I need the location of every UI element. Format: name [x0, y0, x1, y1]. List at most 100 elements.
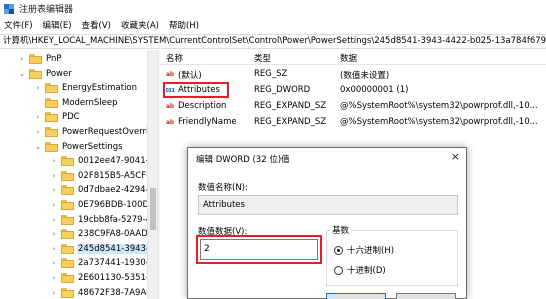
tree-item-label: ModernSleep: [62, 97, 118, 108]
radio-hex-indicator[interactable]: [334, 245, 343, 255]
radio-dec-label: 十进制(D): [347, 266, 386, 276]
tree-item[interactable]: › EnergyEstimation: [34, 81, 138, 95]
value-type: REG_SZ: [254, 69, 288, 79]
tree-item[interactable]: › 0d7dbae2-4294-402: [50, 183, 157, 197]
chevron-right-icon[interactable]: ›: [50, 289, 58, 297]
tree-item[interactable]: ⌄ Power: [18, 67, 73, 81]
column-header-data[interactable]: 数据: [340, 52, 357, 64]
folder-icon: [61, 273, 74, 283]
menu-favorites[interactable]: 收藏夹(A): [121, 19, 159, 31]
folder-icon: [29, 54, 42, 64]
value-data-highlight-box: [196, 235, 322, 264]
radio-hex[interactable]: 十六进制(H): [334, 244, 394, 256]
value-row-default[interactable]: ab (默认) REG_SZ (数值未设置): [160, 68, 546, 82]
chevron-right-icon[interactable]: ›: [50, 230, 58, 238]
tree-item[interactable]: › 48672F38-7A9A-4bt: [50, 286, 157, 299]
tree-scrollbar-thumb[interactable]: [150, 188, 156, 230]
folder-icon: [45, 83, 58, 94]
menu-view[interactable]: 查看(V): [82, 19, 111, 31]
chevron-right-icon[interactable]: ›: [50, 157, 58, 165]
tree-item[interactable]: › 0E796BDB-100D-47: [50, 198, 157, 212]
column-header-type[interactable]: 类型: [254, 52, 271, 64]
folder-icon: [45, 141, 58, 152]
tree-item[interactable]: › 19cbb8fa-5279-450: [50, 213, 157, 227]
folder-icon: [45, 97, 58, 108]
folder-icon: [61, 185, 74, 196]
folder-icon: [61, 214, 74, 225]
chevron-right-icon[interactable]: ›: [50, 172, 58, 180]
radio-dec[interactable]: 十进制(D): [334, 264, 386, 276]
tree-item[interactable]: › PDC: [34, 110, 81, 124]
value-data: @%SystemRoot%\system32\powrprof.dll,-10.…: [340, 117, 538, 127]
chevron-down-icon[interactable]: ⌄: [18, 70, 26, 78]
folder-icon: [45, 127, 58, 137]
chevron-right-icon[interactable]: ›: [34, 128, 42, 136]
tree-item-label: 0E796BDB-100D-47: [78, 200, 157, 210]
chevron-right-icon[interactable]: ›: [50, 201, 58, 209]
chevron-right-icon[interactable]: ›: [34, 84, 42, 92]
chevron-right-icon[interactable]: ›: [50, 245, 58, 253]
column-header-name[interactable]: 名称: [166, 52, 183, 64]
tree-item-label: PowerRequestOverride: [62, 127, 157, 137]
folder-icon: [45, 112, 58, 123]
string-value-icon: ab: [165, 71, 175, 78]
value-name: (默认): [178, 71, 202, 81]
folder-icon: [61, 170, 74, 181]
tree-item-label: 2a737441-1930-440: [78, 258, 157, 269]
tree-item[interactable]: ModernSleep: [34, 96, 119, 110]
base-label: 基数: [330, 224, 352, 236]
tree-item-label: 238C9FA8-0AAD-41E: [78, 229, 157, 240]
tree-item-label: 48672F38-7A9A-4bt: [78, 287, 157, 298]
tree-item[interactable]: › PowerRequestOverride: [34, 125, 157, 139]
tree-item-label: EnergyEstimation: [62, 83, 138, 94]
menu-file[interactable]: 文件(F): [4, 19, 33, 31]
list-header: 名称 类型 数据: [160, 50, 546, 65]
window-title: 注册表编辑器: [19, 5, 74, 15]
tree-item[interactable]: › 245d8541-3943-442: [50, 242, 157, 256]
ok-button[interactable]: [326, 293, 386, 299]
address-bar[interactable]: 计算机\HKEY_LOCAL_MACHINE\SYSTEM\CurrentCon…: [0, 34, 546, 49]
attributes-highlight-box: [163, 82, 229, 98]
chevron-down-icon[interactable]: ⌄: [34, 143, 42, 151]
dialog-title: 编辑 DWORD (32 位)值: [196, 155, 290, 165]
menu-edit[interactable]: 编辑(E): [43, 19, 72, 31]
edit-dword-dialog: 编辑 DWORD (32 位)值 × 数值名称(N): Attributes 数…: [187, 147, 467, 299]
tree-item[interactable]: › 238C9FA8-0AAD-41E: [50, 227, 157, 241]
tree-scrollbar[interactable]: [147, 50, 157, 299]
chevron-right-icon[interactable]: ›: [50, 186, 58, 194]
folder-icon: [61, 243, 74, 254]
key-tree: › PnP ⌄ Power › EnergyEstimation ModernSleep › P…: [0, 50, 157, 299]
tree-item[interactable]: › 2E601130-5351-4d9: [50, 271, 157, 285]
title-bar: 注册表编辑器: [0, 0, 546, 17]
cancel-button[interactable]: [396, 293, 456, 299]
menu-help[interactable]: 帮助(H): [169, 19, 199, 31]
value-name: Description: [178, 101, 227, 111]
tree-item-label: 0012ee47-9041-4b5: [78, 156, 157, 167]
tree-item[interactable]: › PnP: [18, 52, 63, 66]
tree-item[interactable]: ⌄ PowerSettings: [34, 140, 124, 154]
value-type: REG_DWORD: [254, 85, 311, 95]
chevron-right-icon[interactable]: ›: [50, 216, 58, 224]
folder-icon: [61, 200, 74, 210]
folder-icon: [61, 229, 74, 240]
chevron-right-icon[interactable]: ›: [50, 259, 58, 267]
tree-item-label: 19cbb8fa-5279-450: [78, 214, 157, 225]
registry-editor-icon: [4, 3, 14, 14]
value-row-description[interactable]: ab Description REG_EXPAND_SZ @%SystemRoo…: [160, 100, 546, 114]
value-row-friendlyname[interactable]: ab FriendlyName REG_EXPAND_SZ @%SystemRo…: [160, 116, 546, 130]
folder-icon: [29, 68, 42, 79]
tree-item-label: 245d8541-3943-442: [77, 243, 157, 254]
chevron-right-icon[interactable]: ›: [50, 274, 58, 282]
tree-item[interactable]: › 2a737441-1930-440: [50, 256, 157, 270]
tree-item-label: 02F815B5-A5CF-4C8: [78, 170, 157, 181]
string-value-icon: ab: [165, 103, 175, 110]
value-type: REG_EXPAND_SZ: [254, 101, 327, 111]
radio-dec-indicator[interactable]: [334, 265, 343, 275]
folder-icon: [61, 156, 74, 167]
chevron-right-icon[interactable]: ›: [18, 55, 26, 63]
tree-item[interactable]: › 0012ee47-9041-4b5: [50, 154, 157, 168]
tree-item[interactable]: › 02F815B5-A5CF-4C8: [50, 169, 157, 183]
close-icon[interactable]: ×: [451, 150, 460, 163]
chevron-right-icon[interactable]: ›: [34, 113, 42, 121]
value-data: 0x00000001 (1): [340, 85, 409, 95]
